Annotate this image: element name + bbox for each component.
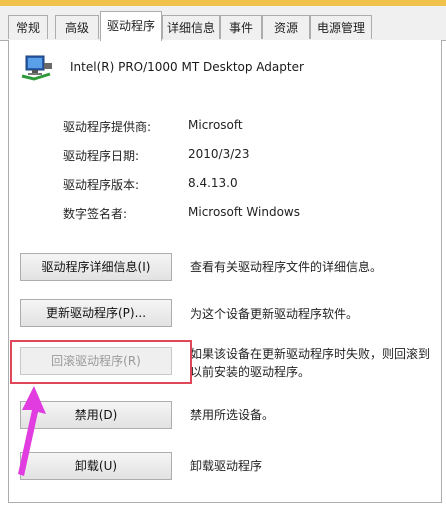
- driver-details-description: 查看有关驱动程序文件的详细信息。: [190, 260, 383, 274]
- driver-provider-label: 驱动程序提供商:: [63, 120, 152, 134]
- rollback-driver-description: 如果该设备在更新驱动程序时失败，则回滚到以前安装的驱动程序。: [190, 347, 431, 379]
- tab-general[interactable]: 常规: [8, 15, 48, 39]
- tab-driver[interactable]: 驱动程序: [100, 11, 162, 41]
- driver-provider-value: Microsoft: [188, 118, 243, 132]
- device-name: Intel(R) PRO/1000 MT Desktop Adapter: [70, 60, 304, 74]
- tab-events[interactable]: 事件: [220, 15, 262, 39]
- update-driver-description: 为这个设备更新驱动程序软件。: [190, 307, 359, 321]
- digital-signer-label: 数字签名者:: [63, 207, 128, 221]
- tab-bar: 常规 高级 驱动程序 详细信息 事件 资源 电源管理: [0, 6, 446, 41]
- tab-resources[interactable]: 资源: [262, 15, 310, 39]
- digital-signer-value: Microsoft Windows: [188, 205, 300, 219]
- highlight-box: [10, 340, 192, 384]
- driver-details-button[interactable]: 驱动程序详细信息(I): [20, 253, 172, 281]
- pointer-arrow-icon: [18, 386, 46, 476]
- tab-power-management[interactable]: 电源管理: [310, 15, 372, 39]
- network-adapter-icon: [21, 55, 52, 81]
- driver-version-value: 8.4.13.0: [188, 176, 238, 190]
- tab-advanced[interactable]: 高级: [55, 15, 99, 39]
- tab-details[interactable]: 详细信息: [162, 15, 220, 39]
- uninstall-driver-description: 卸载驱动程序: [190, 459, 263, 473]
- driver-date-label: 驱动程序日期:: [63, 149, 140, 163]
- driver-version-label: 驱动程序版本:: [63, 178, 140, 192]
- driver-date-value: 2010/3/23: [188, 147, 250, 161]
- disable-device-description: 禁用所选设备。: [190, 408, 275, 422]
- update-driver-button[interactable]: 更新驱动程序(P)...: [20, 299, 172, 327]
